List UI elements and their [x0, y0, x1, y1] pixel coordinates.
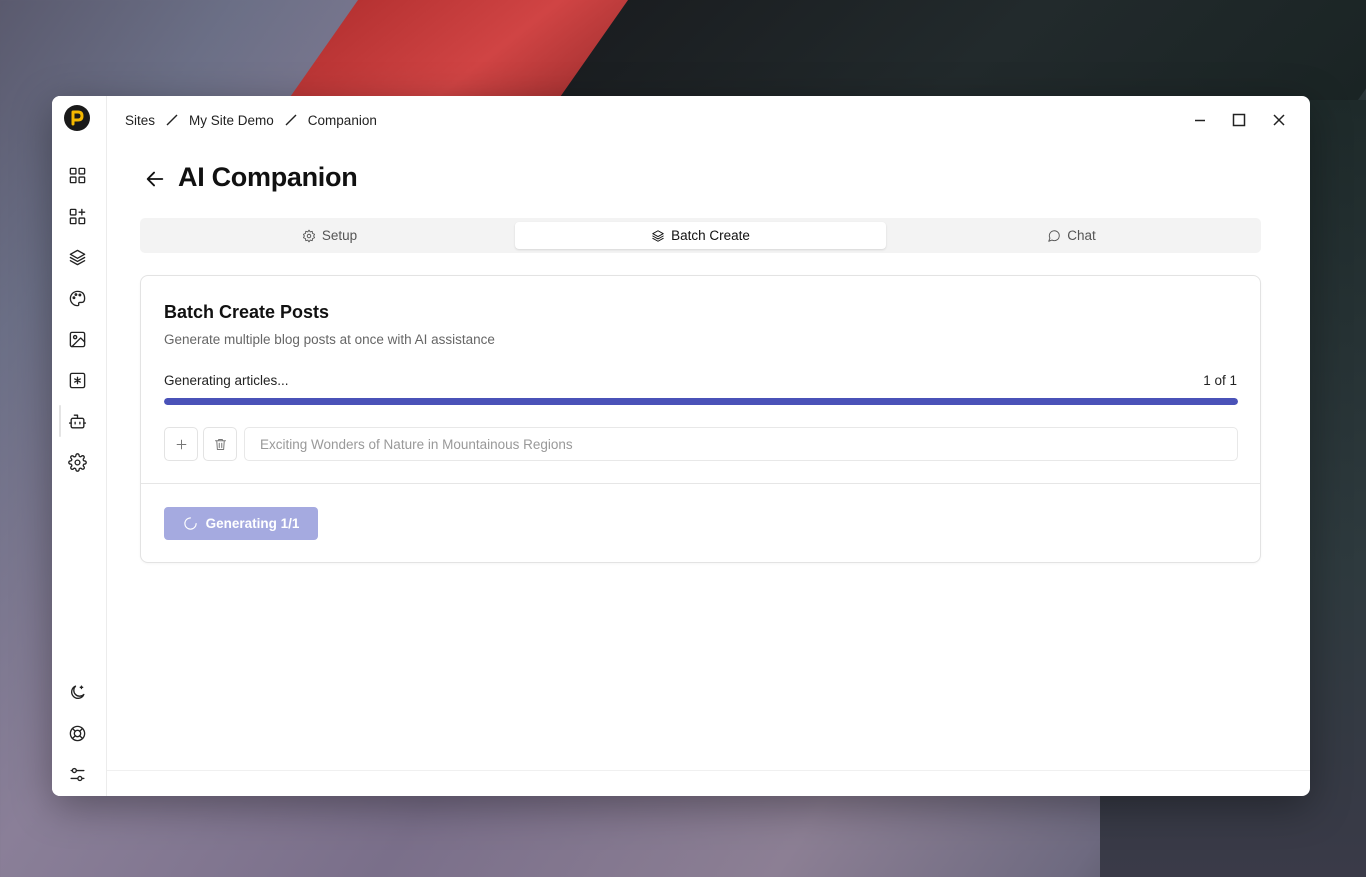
- spinner-icon: [183, 517, 197, 530]
- tab-label: Setup: [321, 228, 358, 243]
- lifebuoy-icon: [69, 725, 85, 741]
- sidebar-item-snippets[interactable]: [65, 368, 89, 392]
- asterisk-box-icon: [69, 372, 85, 388]
- tab-label: Batch Create: [671, 228, 750, 243]
- generate-button[interactable]: Generating 1/1: [164, 507, 318, 540]
- page-title: AI Companion: [178, 162, 358, 192]
- close-icon: [1273, 114, 1285, 126]
- topic-input[interactable]: [244, 427, 1238, 461]
- sidebar-item-companion[interactable]: [65, 409, 89, 433]
- breadcrumb-item-site[interactable]: My Site Demo: [189, 113, 274, 128]
- layers-icon: [652, 229, 664, 242]
- moon-icon: [70, 684, 85, 699]
- help-button[interactable]: [65, 721, 89, 745]
- card-title: Batch Create Posts: [164, 302, 330, 322]
- gear-icon: [67, 452, 87, 472]
- card-divider: [141, 483, 1260, 484]
- preferences-button[interactable]: [65, 762, 89, 786]
- sidebar-active-indicator: [59, 405, 61, 437]
- trash-icon: [214, 438, 226, 450]
- layers-icon: [69, 249, 85, 265]
- add-topic-button[interactable]: [164, 427, 198, 461]
- sidebar-item-theme[interactable]: [65, 286, 89, 310]
- tab-setup[interactable]: Setup: [144, 222, 515, 249]
- sidebar-item-media[interactable]: [65, 327, 89, 351]
- sidebar: [52, 96, 107, 796]
- maximize-button[interactable]: [1227, 108, 1251, 132]
- gear-icon: [302, 229, 315, 242]
- footer-divider: [107, 770, 1310, 771]
- tab-bar: Setup Batch Create Chat: [140, 218, 1261, 253]
- app-window: Sites My Site Demo Companion AI Companio…: [52, 96, 1310, 796]
- arrow-left-icon: [146, 171, 164, 187]
- progress-bar: [164, 398, 1238, 405]
- delete-topic-button[interactable]: [203, 427, 237, 461]
- logo-icon: [71, 110, 84, 126]
- sidebar-item-layers[interactable]: [65, 245, 89, 269]
- breadcrumb: Sites My Site Demo Companion: [125, 111, 377, 129]
- chat-bubble-icon: [1048, 229, 1060, 242]
- image-icon: [69, 331, 85, 347]
- maximize-icon: [1232, 113, 1246, 127]
- sidebar-item-settings[interactable]: [65, 450, 89, 474]
- batch-create-card: Batch Create Posts Generate multiple blo…: [140, 275, 1261, 563]
- sliders-icon: [69, 767, 85, 781]
- breadcrumb-item-sites[interactable]: Sites: [125, 113, 155, 128]
- sidebar-item-dashboard[interactable]: [65, 163, 89, 187]
- tab-batch-create[interactable]: Batch Create: [515, 222, 886, 249]
- back-button[interactable]: [142, 166, 168, 192]
- widgets-icon: [69, 208, 85, 224]
- dashboard-icon: [69, 167, 85, 183]
- breadcrumb-separator-icon: [166, 114, 178, 126]
- card-description: Generate multiple blog posts at once wit…: [164, 332, 495, 347]
- sidebar-item-widgets[interactable]: [65, 204, 89, 228]
- minimize-icon: [1195, 119, 1205, 122]
- close-button[interactable]: [1267, 108, 1291, 132]
- tab-label: Chat: [1067, 228, 1096, 243]
- plus-icon: [176, 439, 186, 449]
- breadcrumb-item-current: Companion: [307, 112, 377, 128]
- progress-label: Generating articles...: [164, 373, 289, 388]
- generate-button-label: Generating 1/1: [205, 516, 300, 531]
- bot-icon: [68, 413, 86, 429]
- breadcrumb-separator-icon: [285, 114, 297, 126]
- app-logo[interactable]: [64, 105, 90, 131]
- palette-icon: [69, 290, 85, 306]
- tab-chat[interactable]: Chat: [886, 222, 1257, 249]
- minimize-button[interactable]: [1188, 108, 1212, 132]
- progress-bar-fill: [164, 398, 1238, 405]
- progress-count: 1 of 1: [1203, 373, 1237, 388]
- theme-toggle-button[interactable]: [65, 680, 89, 704]
